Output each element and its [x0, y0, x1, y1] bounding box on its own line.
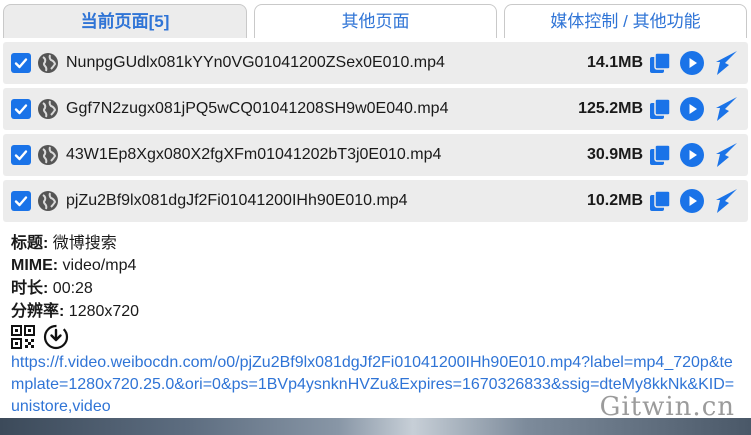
checkbox-checked-icon[interactable]: [11, 145, 31, 165]
resolution-value: 1280x720: [64, 303, 140, 320]
copy-icon[interactable]: [648, 189, 672, 213]
file-row[interactable]: Ggf7N2zugx081jPQ5wCQ01041208SH9w0E040.mp…: [3, 88, 748, 130]
file-name: 43W1Ep8Xgx080X2fgXFm01041202bT3j0E010.mp…: [66, 146, 442, 163]
file-size: 14.1MB: [586, 54, 643, 71]
file-name: pjZu2Bf9lx081dgJf2Fi01041200IHh90E010.mp…: [66, 192, 408, 209]
title-line: 标题: 微博搜索: [11, 233, 117, 255]
title-value: 微博搜索: [48, 235, 117, 252]
download-arrow-icon[interactable]: [713, 187, 739, 215]
duration-label: 时长:: [11, 280, 49, 297]
file-size: 30.9MB: [586, 146, 643, 163]
play-icon[interactable]: [680, 189, 704, 213]
copy-icon[interactable]: [648, 97, 672, 121]
qr-code-icon[interactable]: [11, 325, 35, 349]
tab-bar: 当前页面[5] 其他页面 媒体控制 / 其他功能: [0, 0, 751, 40]
file-size: 125.2MB: [578, 100, 643, 117]
duration-value: 00:28: [48, 280, 93, 297]
checkbox-checked-icon[interactable]: [11, 191, 31, 211]
tab-other-pages[interactable]: 其他页面: [254, 4, 497, 38]
copy-icon[interactable]: [648, 51, 672, 75]
download-arrow-icon[interactable]: [713, 95, 739, 123]
globe-icon: [38, 191, 58, 211]
tab-current-page[interactable]: 当前页面[5]: [3, 4, 247, 38]
globe-icon: [38, 99, 58, 119]
download-arrow-icon[interactable]: [713, 49, 739, 77]
globe-icon: [38, 145, 58, 165]
title-label: 标题:: [11, 235, 49, 252]
play-icon[interactable]: [680, 51, 704, 75]
file-row[interactable]: NunpgGUdlx081kYYn0VG01041200ZSex0E010.mp…: [3, 42, 748, 84]
checkbox-checked-icon[interactable]: [11, 99, 31, 119]
play-icon[interactable]: [680, 97, 704, 121]
watermark: Gitwin.cn: [599, 392, 735, 422]
globe-icon: [38, 53, 58, 73]
mime-line: MIME: video/mp4: [11, 255, 136, 277]
resolution-line: 分辨率: 1280x720: [11, 301, 139, 323]
file-name: NunpgGUdlx081kYYn0VG01041200ZSex0E010.mp…: [66, 54, 445, 71]
mime-label: MIME:: [11, 257, 59, 274]
checkbox-checked-icon[interactable]: [11, 53, 31, 73]
download-arrow-icon[interactable]: [713, 141, 739, 169]
duration-line: 时长: 00:28: [11, 278, 93, 300]
file-row[interactable]: 43W1Ep8Xgx080X2fgXFm01041202bT3j0E010.mp…: [3, 134, 748, 176]
download-circle-icon[interactable]: [43, 324, 69, 350]
file-name: Ggf7N2zugx081jPQ5wCQ01041208SH9w0E040.mp…: [66, 100, 449, 117]
mime-value: video/mp4: [58, 257, 137, 274]
file-size: 10.2MB: [586, 192, 643, 209]
tab-media-control[interactable]: 媒体控制 / 其他功能: [504, 4, 747, 38]
play-icon[interactable]: [680, 143, 704, 167]
file-row[interactable]: pjZu2Bf9lx081dgJf2Fi01041200IHh90E010.mp…: [3, 180, 748, 222]
copy-icon[interactable]: [648, 143, 672, 167]
resolution-label: 分辨率:: [11, 303, 65, 320]
